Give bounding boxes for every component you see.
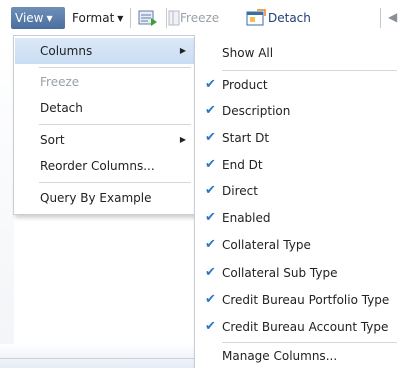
format-menu-button[interactable]: Format ▼ [72,7,123,29]
menu-separator [39,182,191,183]
checkmark-icon: ✔ [205,183,216,198]
column-label: Start Dt [222,131,270,145]
column-toggle-description[interactable]: ✔ Description [195,98,402,124]
column-label: Credit Bureau Account Type [222,320,389,334]
freeze-button[interactable]: Freeze [180,7,219,29]
page: View ▼ Format ▼ Freeze Detach ◀ Columns … [0,0,402,368]
submenu-arrow-icon: ▶ [179,46,186,55]
checkmark-icon: ✔ [205,265,216,280]
column-toggle-credit-bureau-account-type[interactable]: ✔ Credit Bureau Account Type [195,314,402,340]
column-label: Credit Bureau Portfolio Type [222,293,390,307]
column-label: Direct [222,184,258,198]
menu-item-reorder-columns[interactable]: Reorder Columns... [15,153,194,179]
toolbar: View ▼ Format ▼ Freeze Detach ◀ [0,0,402,37]
menu-item-label: Columns [40,44,93,58]
menu-item-sort[interactable]: Sort ▶ [15,127,194,153]
column-label: Collateral Type [222,238,311,252]
menu-item-freeze: Freeze [15,69,194,95]
format-menu-label: Format [72,11,115,25]
manage-columns-label: Manage Columns... [222,349,338,363]
menu-item-label: Sort [40,133,65,147]
toolbar-separator [380,8,381,28]
background-panel [0,37,14,368]
submenu-arrow-icon: ▶ [179,135,186,144]
chevron-left-icon[interactable]: ◀ [388,10,397,24]
checkmark-icon: ✔ [205,319,216,334]
wrap-icon[interactable] [137,8,159,31]
column-label: Collateral Sub Type [222,266,338,280]
checkmark-icon: ✔ [205,130,216,145]
checkmark-icon: ✔ [205,210,216,225]
menu-item-detach[interactable]: Detach [15,95,194,121]
menu-separator [39,67,191,68]
menu-item-columns[interactable]: Columns ▶ [15,38,194,64]
column-label: Enabled [222,211,271,225]
column-toggle-collateral-sub-type[interactable]: ✔ Collateral Sub Type [195,260,402,286]
detach-button[interactable]: Detach [268,7,311,29]
checkmark-icon: ✔ [205,157,216,172]
checkmark-icon: ✔ [205,77,216,92]
menu-item-label: Query By Example [40,191,152,205]
column-toggle-credit-bureau-portfolio-type[interactable]: ✔ Credit Bureau Portfolio Type [195,287,402,313]
show-all-label: Show All [222,46,274,60]
column-toggle-start-dt[interactable]: ✔ Start Dt [195,125,402,151]
checkmark-icon: ✔ [205,292,216,307]
chevron-down-icon: ▼ [46,14,53,23]
detach-icon [245,8,267,31]
column-label: Description [222,104,291,118]
column-toggle-end-dt[interactable]: ✔ End Dt [195,152,402,178]
column-toggle-direct[interactable]: ✔ Direct [195,178,402,204]
column-toggle-enabled[interactable]: ✔ Enabled [195,205,402,231]
columns-submenu: Show All ✔ Product ✔ Description ✔ Start… [194,35,402,368]
toolbar-separator [130,8,131,28]
column-label: Product [222,78,268,92]
column-toggle-product[interactable]: ✔ Product [195,72,402,98]
menu-separator [39,124,191,125]
column-label: End Dt [222,158,263,172]
checkmark-icon: ✔ [205,103,216,118]
view-menu-button[interactable]: View ▼ [11,7,65,29]
menu-item-label: Detach [40,101,83,115]
menu-item-label: Reorder Columns... [40,159,155,173]
toolbar-separator [166,8,167,28]
checkmark-icon: ✔ [205,237,216,252]
view-dropdown-menu: Columns ▶ Freeze Detach Sort ▶ Reorder C… [13,35,196,215]
show-all-item[interactable]: Show All [195,40,402,66]
view-menu-label: View [15,11,44,25]
menu-item-label: Freeze [40,75,80,89]
menu-separator [222,70,397,71]
chevron-down-icon: ▼ [117,14,124,23]
column-toggle-collateral-type[interactable]: ✔ Collateral Type [195,232,402,258]
menu-item-query-by-example[interactable]: Query By Example [15,185,194,211]
manage-columns-item[interactable]: Manage Columns... [195,343,402,368]
